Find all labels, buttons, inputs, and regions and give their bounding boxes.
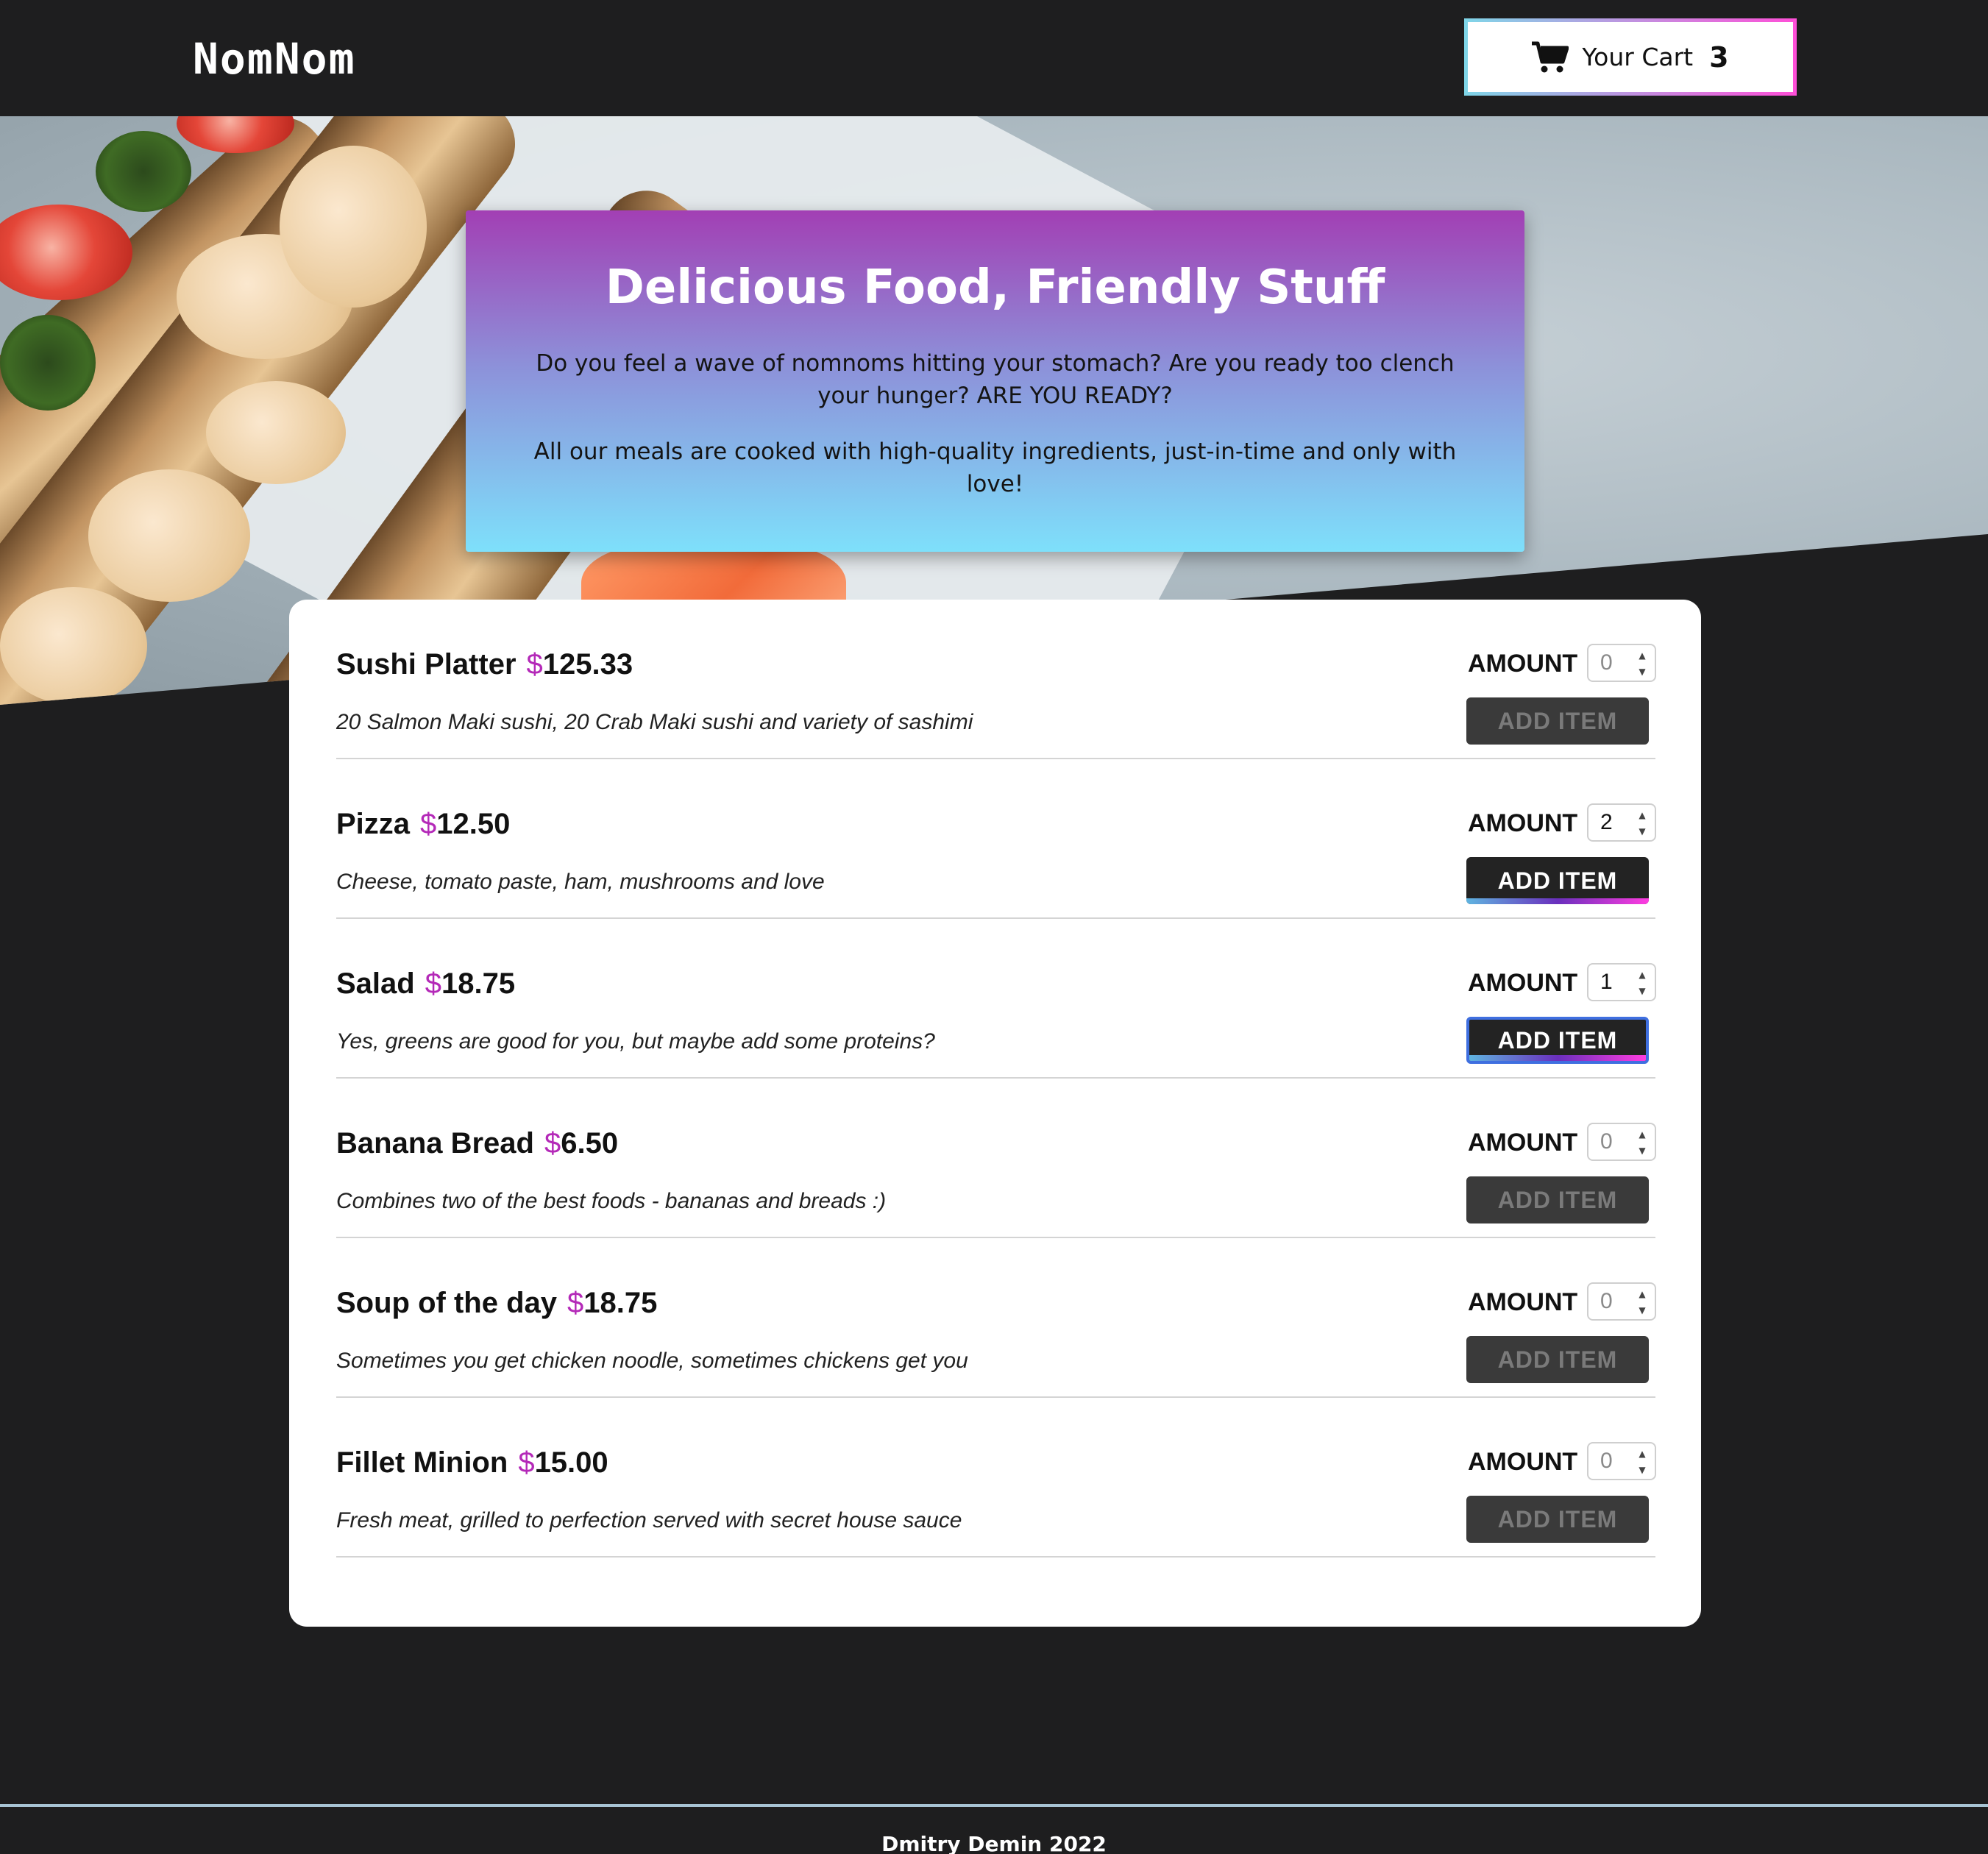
meal-price: 12.50	[436, 808, 511, 840]
meal-item: Pizza $12.50 Cheese, tomato paste, ham, m…	[336, 759, 1656, 919]
meal-description: Sometimes you get chicken noodle, someti…	[336, 1349, 968, 1373]
meal-price: 18.75	[583, 1287, 658, 1319]
meal-name: Banana Bread	[336, 1127, 534, 1159]
hero-paragraph: All our meals are cooked with high-quali…	[533, 438, 1457, 497]
cart-button[interactable]: Your Cart 3	[1464, 18, 1797, 96]
add-item-button[interactable]: ADD ITEM	[1466, 1176, 1649, 1223]
amount-label: AMOUNT	[1468, 969, 1578, 997]
amount-label: AMOUNT	[1468, 1129, 1578, 1157]
meal-description: Fresh meat, grilled to perfection served…	[336, 1508, 962, 1532]
meal-description: Combines two of the best foods - bananas…	[336, 1189, 887, 1213]
add-item-button[interactable]: ADD ITEM	[1466, 697, 1649, 745]
amount-value: 0	[1600, 1289, 1613, 1313]
stepper-arrows-icon[interactable]: ▲ ▼	[1636, 1129, 1649, 1157]
meal-item: Soup of the day $18.75 Sometimes you get …	[336, 1238, 1656, 1398]
hero-food-image	[0, 587, 147, 705]
add-item-button[interactable]: ADD ITEM	[1466, 1336, 1649, 1383]
meal-name: Soup of the day	[336, 1287, 557, 1319]
meal-description: Cheese, tomato paste, ham, mushrooms and…	[336, 870, 825, 894]
meal-description: Yes, greens are good for you, but maybe …	[336, 1029, 935, 1054]
meal-item: Salad $18.75 Yes, greens are good for you…	[336, 919, 1656, 1079]
amount-input[interactable]: 1 ▲ ▼	[1587, 963, 1656, 1001]
amount-input[interactable]: 2 ▲ ▼	[1587, 803, 1656, 842]
amount-value: 2	[1600, 810, 1613, 834]
meal-price: 125.33	[542, 648, 633, 681]
footer-credit: Dmitry Demin 2022	[881, 1832, 1107, 1854]
cart-label: Your Cart	[1582, 43, 1694, 71]
meal-name: Fillet Minion	[336, 1446, 508, 1479]
currency-symbol: $	[526, 648, 543, 681]
stepper-arrows-icon[interactable]: ▲ ▼	[1636, 650, 1649, 678]
hero-food-image	[0, 315, 96, 411]
meal-item: Banana Bread $6.50 Combines two of the be…	[336, 1079, 1656, 1238]
meal-name: Pizza	[336, 808, 411, 840]
amount-value: 0	[1600, 1129, 1613, 1154]
stepper-arrows-icon[interactable]: ▲ ▼	[1636, 1288, 1649, 1316]
currency-symbol: $	[420, 808, 437, 840]
footer-divider	[0, 1804, 1988, 1807]
hero-card: Delicious Food, Friendly Stuff Do you fe…	[466, 210, 1524, 552]
currency-symbol: $	[544, 1127, 561, 1159]
amount-input[interactable]: 0 ▲ ▼	[1587, 1282, 1656, 1321]
logo: NomNom	[193, 34, 356, 84]
meal-item: Sushi Platter $125.33 20 Salmon Maki sush…	[336, 600, 1656, 759]
stepper-arrows-icon[interactable]: ▲ ▼	[1636, 969, 1649, 997]
meal-description: 20 Salmon Maki sushi, 20 Crab Maki sushi…	[336, 710, 973, 734]
amount-value: 0	[1600, 1449, 1613, 1473]
amount-value: 1	[1600, 970, 1613, 994]
amount-label: AMOUNT	[1468, 650, 1578, 678]
header: NomNom Your Cart 3	[0, 0, 1988, 116]
currency-symbol: $	[425, 967, 441, 1000]
amount-input[interactable]: 0 ▲ ▼	[1587, 644, 1656, 682]
hero-food-image	[206, 381, 346, 484]
cart-icon	[1532, 41, 1569, 72]
hero-title: Delicious Food, Friendly Stuff	[605, 260, 1385, 315]
stepper-arrows-icon[interactable]: ▲ ▼	[1636, 809, 1649, 837]
meal-item: Fillet Minion $15.00 Fresh meat, grilled …	[336, 1398, 1656, 1558]
currency-symbol: $	[518, 1446, 535, 1479]
amount-value: 0	[1600, 650, 1613, 675]
amount-label: AMOUNT	[1468, 809, 1578, 837]
amount-input[interactable]: 0 ▲ ▼	[1587, 1123, 1656, 1161]
add-item-button[interactable]: ADD ITEM	[1466, 1017, 1649, 1064]
hero-food-image	[280, 146, 427, 308]
meal-price: 18.75	[441, 967, 516, 1000]
add-item-button[interactable]: ADD ITEM	[1466, 857, 1649, 904]
hero-food-image	[88, 469, 250, 602]
cart-count-badge: 3	[1709, 40, 1729, 74]
menu-card: Sushi Platter $125.33 20 Salmon Maki sush…	[289, 600, 1701, 1627]
currency-symbol: $	[567, 1287, 584, 1319]
add-item-button[interactable]: ADD ITEM	[1466, 1496, 1649, 1543]
hero-food-image	[96, 131, 191, 212]
meal-name: Salad	[336, 967, 415, 1000]
amount-label: AMOUNT	[1468, 1448, 1578, 1476]
meal-price: 15.00	[534, 1446, 608, 1479]
amount-label: AMOUNT	[1468, 1288, 1578, 1316]
meal-name: Sushi Platter	[336, 648, 516, 681]
meal-price: 6.50	[561, 1127, 619, 1159]
stepper-arrows-icon[interactable]: ▲ ▼	[1636, 1448, 1649, 1476]
hero-paragraph: Do you feel a wave of nomnoms hitting yo…	[536, 350, 1455, 409]
amount-input[interactable]: 0 ▲ ▼	[1587, 1442, 1656, 1480]
